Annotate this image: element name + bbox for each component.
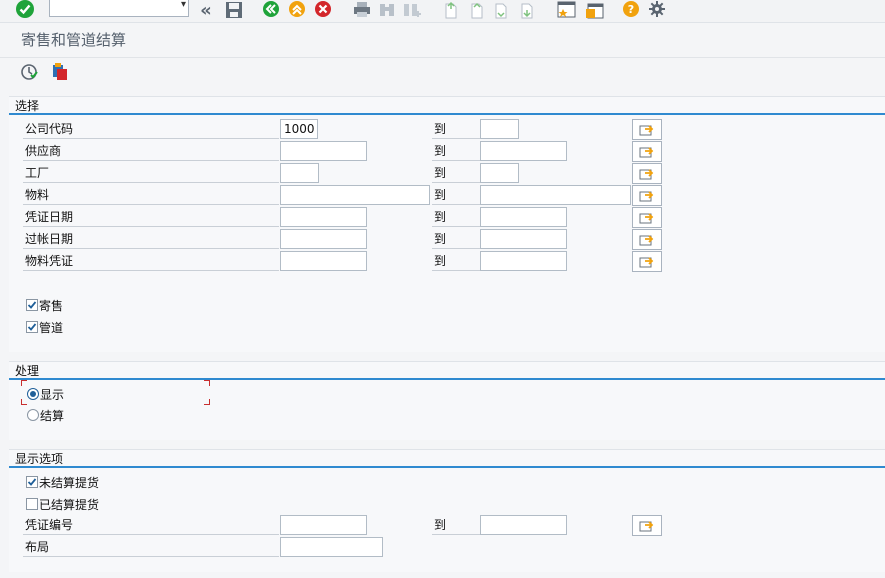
processing-section-title: 处理 bbox=[15, 364, 40, 378]
multiple-selection-icon bbox=[639, 213, 654, 224]
multiple-selection-icon bbox=[639, 147, 654, 158]
title-bar: 寄售和管道结算 bbox=[0, 23, 885, 58]
multiple-selection-icon bbox=[639, 257, 654, 268]
posting-date-to-input[interactable] bbox=[480, 229, 567, 249]
layout-label: 布局 bbox=[23, 539, 279, 557]
prev-page-icon[interactable] bbox=[467, 0, 487, 20]
last-page-icon[interactable] bbox=[517, 0, 537, 20]
display-radio[interactable] bbox=[27, 388, 39, 400]
posting-date-from-input[interactable] bbox=[280, 229, 367, 249]
to-label: 到 bbox=[432, 517, 480, 535]
back-arrows-icon[interactable]: « bbox=[196, 0, 216, 21]
check-mark-icon bbox=[27, 323, 37, 331]
consignment-checkbox[interactable] bbox=[26, 299, 38, 311]
display-options-section: 显示选项 未结算提货 已结算提货 凭证编号 到 布局 bbox=[9, 449, 885, 572]
multiple-selection-icon bbox=[639, 521, 654, 532]
vendor-label: 供应商 bbox=[23, 143, 279, 161]
company-code-label: 公司代码 bbox=[23, 121, 279, 139]
selection-section: 选择 公司代码 1000 到 供应商 到 工厂 到 物料 到 凭证日期 到 过帐… bbox=[9, 96, 885, 352]
vendor-to-input[interactable] bbox=[480, 141, 567, 161]
exit-icon[interactable] bbox=[287, 0, 307, 20]
multiple-selection-button[interactable] bbox=[632, 515, 662, 536]
material-document-label: 物料凭证 bbox=[23, 253, 279, 271]
svg-text:?: ? bbox=[628, 3, 634, 16]
document-number-label: 凭证编号 bbox=[23, 517, 279, 535]
multiple-selection-button[interactable] bbox=[632, 207, 662, 228]
page-title: 寄售和管道结算 bbox=[21, 31, 127, 49]
to-label: 到 bbox=[432, 121, 480, 139]
settled-withdrawals-checkbox[interactable] bbox=[26, 498, 38, 510]
settle-radio-label: 结算 bbox=[40, 409, 65, 423]
pipeline-checkbox[interactable] bbox=[26, 321, 38, 333]
settings-gear-icon[interactable] bbox=[646, 0, 668, 20]
create-session-icon[interactable] bbox=[556, 0, 578, 20]
command-field[interactable]: ▾ bbox=[49, 0, 189, 17]
unsettled-withdrawals-checkbox[interactable] bbox=[26, 476, 38, 488]
selection-section-title: 选择 bbox=[15, 99, 40, 113]
material-document-to-input[interactable] bbox=[480, 251, 567, 271]
document-number-to-input[interactable] bbox=[480, 515, 567, 535]
save-icon[interactable] bbox=[223, 0, 245, 20]
settle-radio[interactable] bbox=[27, 409, 39, 421]
to-label: 到 bbox=[432, 231, 480, 249]
check-mark-icon bbox=[27, 478, 37, 486]
multiple-selection-button[interactable] bbox=[632, 229, 662, 250]
company-code-from-input[interactable]: 1000 bbox=[280, 119, 318, 139]
check-mark-icon bbox=[27, 301, 37, 309]
section-divider bbox=[9, 466, 885, 468]
section-divider bbox=[9, 113, 885, 115]
plant-from-input[interactable] bbox=[280, 163, 319, 183]
document-date-from-input[interactable] bbox=[280, 207, 367, 227]
first-page-icon[interactable] bbox=[441, 0, 461, 20]
multiple-selection-button[interactable] bbox=[632, 163, 662, 184]
settled-withdrawals-label: 已结算提货 bbox=[39, 498, 100, 512]
display-options-section-title: 显示选项 bbox=[15, 452, 64, 466]
document-date-label: 凭证日期 bbox=[23, 209, 279, 227]
processing-section: 处理 显示 结算 bbox=[9, 361, 885, 440]
multiple-selection-button[interactable] bbox=[632, 141, 662, 162]
to-label: 到 bbox=[432, 187, 480, 205]
to-label: 到 bbox=[432, 143, 480, 161]
chevron-down-icon[interactable]: ▾ bbox=[181, 0, 186, 10]
find-icon[interactable] bbox=[377, 0, 397, 20]
system-toolbar: ▾ « ? bbox=[0, 0, 885, 23]
multiple-selection-icon bbox=[639, 191, 654, 202]
application-toolbar bbox=[0, 58, 885, 88]
to-label: 到 bbox=[432, 253, 480, 271]
multiple-selection-button[interactable] bbox=[632, 251, 662, 272]
help-icon[interactable]: ? bbox=[621, 0, 641, 20]
material-label: 物料 bbox=[23, 187, 279, 205]
to-label: 到 bbox=[432, 165, 480, 183]
next-page-icon[interactable] bbox=[491, 0, 511, 20]
document-date-to-input[interactable] bbox=[480, 207, 567, 227]
display-radio-label: 显示 bbox=[40, 388, 65, 402]
plant-label: 工厂 bbox=[23, 165, 279, 183]
execute-icon[interactable] bbox=[18, 62, 40, 82]
consignment-label: 寄售 bbox=[39, 299, 64, 313]
multiple-selection-icon bbox=[639, 169, 654, 180]
unsettled-withdrawals-label: 未结算提货 bbox=[39, 476, 100, 490]
company-code-to-input[interactable] bbox=[480, 119, 519, 139]
material-from-input[interactable] bbox=[280, 185, 430, 205]
material-to-input[interactable] bbox=[480, 185, 631, 205]
shortcut-icon[interactable] bbox=[584, 0, 606, 20]
material-document-from-input[interactable] bbox=[280, 251, 367, 271]
layout-input[interactable] bbox=[280, 537, 383, 557]
multiple-selection-button[interactable] bbox=[632, 185, 662, 206]
multiple-selection-icon bbox=[639, 125, 654, 136]
multiple-selection-button[interactable] bbox=[632, 119, 662, 140]
vendor-from-input[interactable] bbox=[280, 141, 367, 161]
get-variant-icon[interactable] bbox=[49, 62, 71, 82]
enter-icon[interactable] bbox=[14, 0, 36, 20]
cancel-icon[interactable] bbox=[313, 0, 333, 20]
multiple-selection-icon bbox=[639, 235, 654, 246]
document-number-from-input[interactable] bbox=[280, 515, 367, 535]
pipeline-label: 管道 bbox=[39, 321, 64, 335]
plant-to-input[interactable] bbox=[480, 163, 519, 183]
print-icon[interactable] bbox=[351, 0, 373, 20]
posting-date-label: 过帐日期 bbox=[23, 231, 279, 249]
to-label: 到 bbox=[432, 209, 480, 227]
find-next-icon[interactable] bbox=[401, 0, 423, 20]
back-icon[interactable] bbox=[261, 0, 281, 20]
